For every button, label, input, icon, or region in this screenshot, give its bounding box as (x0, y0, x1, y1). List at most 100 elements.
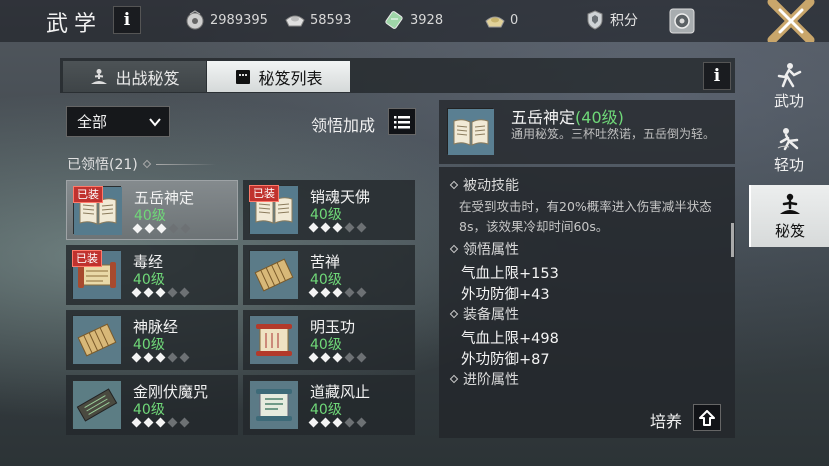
manual-card[interactable]: 金刚伏魔咒 40级 (66, 375, 238, 435)
detail-description: 通用秘笈。三杯吐然诺，五岳倒为轻。 (511, 127, 716, 141)
tab-manual-list[interactable]: 秘笈列表 (207, 61, 350, 92)
detail-header: 五岳神定(40级) 通用秘笈。三杯吐然诺，五岳倒为轻。 (439, 100, 735, 164)
equipped-badge: 已装 (72, 250, 102, 267)
detail-scrollbar[interactable] (731, 223, 734, 257)
settings-button[interactable] (668, 7, 696, 35)
insight-bonus-list-button[interactable] (388, 108, 416, 135)
arrow-up-icon (699, 409, 715, 426)
cultivate-button[interactable] (693, 404, 721, 431)
star-rating (132, 223, 191, 234)
star-icon (356, 417, 367, 428)
passive-skill-section: 被动技能 (449, 175, 519, 195)
manual-card[interactable]: 明玉功 40级 (243, 310, 415, 370)
book-list-icon (236, 69, 251, 84)
star-rating (308, 352, 367, 363)
advance-attr-title: 进阶属性 (463, 372, 519, 388)
manual-level: 40级 (310, 207, 342, 223)
star-icon (131, 287, 142, 298)
star-icon (167, 287, 178, 298)
divider (155, 163, 216, 165)
manual-level: 40级 (310, 272, 342, 288)
star-rating (308, 417, 367, 428)
star-icon (332, 352, 343, 363)
star-icon (143, 287, 154, 298)
list-icon (394, 115, 410, 128)
manual-level: 40级 (133, 272, 165, 288)
nav-item-label: 武功 (773, 91, 804, 110)
star-icon (320, 352, 331, 363)
manual-card[interactable]: 苦禅 40级 (243, 245, 415, 305)
meditation-icon (91, 68, 108, 84)
equipped-badge: 已装 (73, 186, 103, 203)
star-icon (156, 223, 167, 234)
manual-level: 40级 (134, 208, 166, 224)
learned-count-header: 已领悟(21) (67, 154, 216, 174)
star-icon (308, 417, 319, 428)
star-icon (167, 417, 178, 428)
nav-item-wugong[interactable]: 武功 (749, 55, 829, 117)
star-icon (155, 287, 166, 298)
currency-jade: 3928 (384, 9, 443, 31)
star-icon (320, 222, 331, 233)
learned-count-label: 已领悟(21) (67, 157, 138, 173)
manual-card[interactable]: 已装 毒经 40级 (66, 245, 238, 305)
currency-coins-value: 2989395 (210, 12, 268, 28)
star-icon (332, 222, 343, 233)
diamond-bullet-icon (449, 374, 459, 384)
red-scroll-icon (249, 315, 298, 364)
bamboo-slips-icon (249, 250, 298, 299)
manual-card[interactable]: 神脉经 40级 (66, 310, 238, 370)
star-icon (131, 352, 142, 363)
star-icon (179, 287, 190, 298)
nav-item-miji[interactable]: 秘笈 (749, 185, 829, 247)
star-rating (131, 417, 190, 428)
manual-level: 40级 (310, 337, 342, 353)
star-icon (155, 352, 166, 363)
silver-ingot-icon (284, 10, 306, 30)
star-icon (179, 352, 190, 363)
star-rating (131, 287, 190, 298)
star-icon (168, 223, 179, 234)
open-book-icon (447, 108, 494, 155)
diamond-bullet-icon (449, 180, 459, 190)
diamond-ornament-icon (142, 159, 151, 169)
tab-battle-manuals[interactable]: 出战秘笈 (63, 61, 206, 92)
diamond-bullet-icon (449, 244, 459, 254)
star-icon (308, 287, 319, 298)
star-icon (344, 287, 355, 298)
insight-bonus-label: 领悟加成 (311, 116, 376, 135)
title-info-button[interactable]: i (113, 6, 141, 34)
equip-stat: 气血上限+498 (461, 331, 559, 347)
detail-name: 五岳神定 (511, 108, 576, 127)
insight-stat: 气血上限+153 (461, 266, 559, 282)
star-icon (143, 417, 154, 428)
star-icon (155, 417, 166, 428)
passive-skill-description: 在受到攻击时，有20%概率进入伤害减半状态8s，该效果冷却时间60s。 (459, 199, 712, 234)
cultivate-label: 培养 (650, 412, 683, 431)
jade-ticket-icon (384, 10, 406, 30)
star-rating (131, 352, 190, 363)
insight-attr-title: 领悟属性 (463, 242, 519, 258)
manual-card[interactable]: 道藏风止 40级 (243, 375, 415, 435)
manual-card[interactable]: 已装 五岳神定 40级 (66, 180, 238, 240)
nav-item-qinggong[interactable]: 轻功 (749, 119, 829, 181)
detail-body[interactable]: 被动技能 在受到攻击时，有20%概率进入伤害减半状态8s，该效果冷却时间60s。… (439, 167, 735, 438)
tab-label: 出战秘笈 (115, 68, 180, 88)
points-button[interactable]: 积分 (586, 10, 638, 30)
tab-bar: 出战秘笈 秘笈列表 i (60, 58, 735, 93)
close-icon (767, 0, 815, 45)
close-button[interactable] (766, 0, 816, 45)
manual-level: 40级 (310, 402, 342, 418)
filter-dropdown[interactable]: 全部 (66, 106, 170, 137)
bamboo-slips-icon (72, 315, 121, 364)
chevron-down-icon (149, 118, 161, 127)
detail-title: 五岳神定(40级) (511, 104, 624, 128)
points-label: 积分 (610, 13, 638, 29)
manual-card[interactable]: 已装 销魂天佛 40级 (243, 180, 415, 240)
star-icon (180, 223, 191, 234)
passive-skill-title: 被动技能 (463, 178, 519, 194)
panel-info-button[interactable]: i (703, 62, 731, 90)
star-icon (332, 417, 343, 428)
filter-selected-value: 全部 (77, 113, 108, 131)
star-icon (356, 222, 367, 233)
